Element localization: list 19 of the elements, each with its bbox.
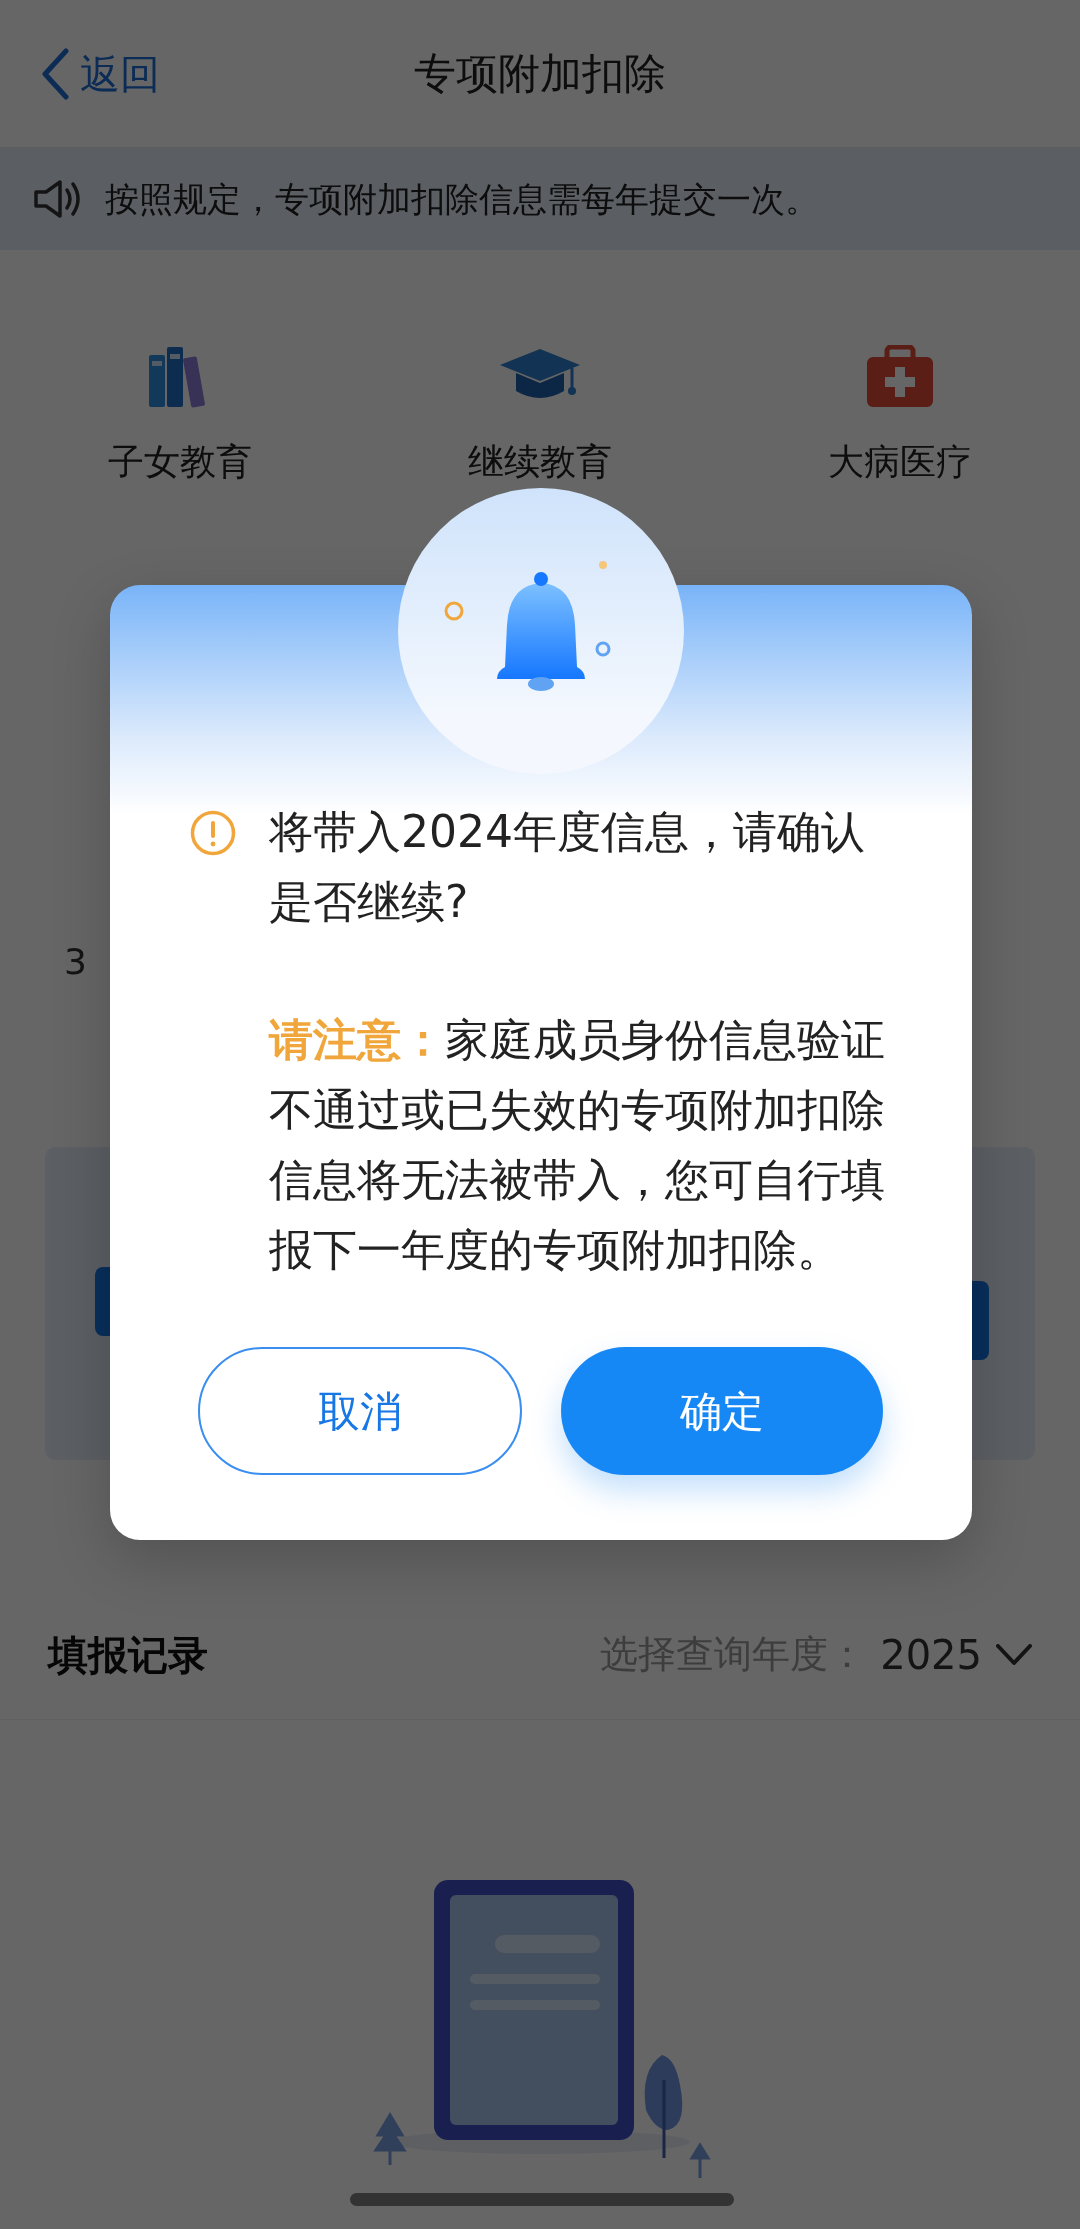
section-title: 填报记录 xyxy=(48,1630,208,1680)
back-button[interactable]: 返回 xyxy=(40,43,160,104)
bell-icon xyxy=(397,487,685,775)
note-text: 请注意：家庭成员身份信息验证不通过或已失效的专项附加扣除信息将无法被带入，您可自行填报下一年度的专项附加扣除。 xyxy=(269,1013,886,1277)
dialog-message: 将带入2024年度信息，请确认是否继续? xyxy=(269,805,866,929)
notice-text: 按照规定，专项附加扣除信息需每年提交一次。 xyxy=(105,177,819,221)
covered-text: 3 xyxy=(64,940,87,984)
category-item[interactable]: 大病医疗 xyxy=(720,345,1080,489)
confirm-button[interactable]: 确定 xyxy=(561,1347,883,1475)
year-dropdown[interactable]: 2025 xyxy=(880,1624,1032,1685)
page-title: 专项附加扣除 xyxy=(414,48,666,100)
chevron-left-icon xyxy=(40,47,70,100)
cancel-button[interactable]: 取消 xyxy=(198,1347,522,1475)
category-item[interactable]: 子女教育 xyxy=(0,345,360,489)
category-item[interactable]: 继续教育 xyxy=(360,345,720,489)
chevron-down-icon xyxy=(996,1643,1032,1666)
warning-icon xyxy=(190,810,236,856)
first-aid-kit-icon xyxy=(865,345,935,409)
speaker-icon xyxy=(33,179,83,219)
